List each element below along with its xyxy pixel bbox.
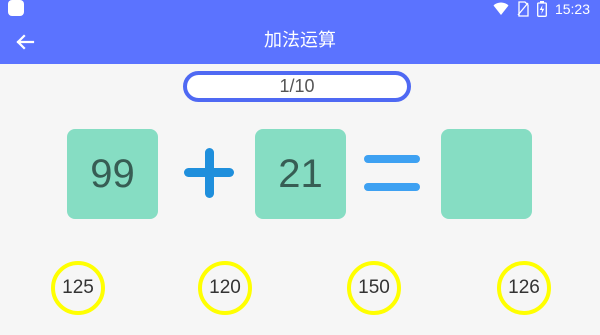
battery-charging-icon (537, 1, 547, 17)
choice-label: 120 (209, 277, 241, 298)
page-title: 加法运算 (264, 30, 336, 51)
answer-tile[interactable] (441, 129, 532, 219)
app-root: 15:23 加法运算 1/10 99 21 125 120 150 126 (0, 0, 600, 335)
operand-b-tile: 21 (255, 129, 346, 219)
progress-indicator: 1/10 (183, 71, 411, 102)
progress-text: 1/10 (279, 76, 315, 96)
choice-button-3[interactable]: 150 (347, 261, 401, 315)
app-header: 15:23 加法运算 (0, 0, 600, 64)
choice-button-4[interactable]: 126 (497, 261, 551, 315)
status-bar: 15:23 (493, 0, 590, 18)
choice-button-2[interactable]: 120 (198, 261, 252, 315)
operand-a-tile: 99 (67, 129, 158, 219)
status-time: 15:23 (554, 1, 590, 17)
app-square-icon (8, 0, 24, 16)
no-sim-icon (517, 1, 529, 17)
toolbar: 加法运算 (0, 18, 600, 64)
choice-label: 125 (62, 277, 94, 298)
choice-button-1[interactable]: 125 (51, 261, 105, 315)
plus-icon (182, 146, 236, 200)
equals-icon (363, 152, 421, 197)
choice-label: 126 (508, 277, 540, 298)
wifi-icon (493, 2, 509, 16)
choice-label: 150 (358, 277, 390, 298)
